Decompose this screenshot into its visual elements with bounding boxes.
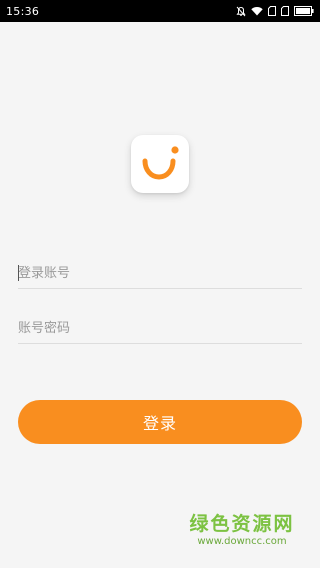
watermark-title: 绿色资源网 (189, 513, 295, 535)
status-icons (236, 6, 314, 17)
sim-card-icon (281, 6, 289, 16)
smile-logo-icon (142, 146, 179, 180)
watermark: 绿色资源网 www.downcc.com (184, 513, 300, 549)
password-field[interactable] (18, 314, 302, 344)
wifi-icon (251, 6, 263, 16)
app-logo (131, 135, 189, 193)
status-time: 15:36 (6, 4, 40, 18)
account-field[interactable] (18, 259, 302, 289)
password-input[interactable] (18, 314, 302, 342)
login-button[interactable]: 登录 (18, 400, 302, 444)
sim-card-icon (268, 6, 276, 16)
mute-icon (236, 6, 246, 17)
status-bar: 15:36 (0, 0, 320, 22)
account-input[interactable] (18, 259, 302, 287)
text-cursor (18, 265, 19, 281)
battery-icon (294, 6, 314, 16)
watermark-url: www.downcc.com (197, 536, 287, 547)
